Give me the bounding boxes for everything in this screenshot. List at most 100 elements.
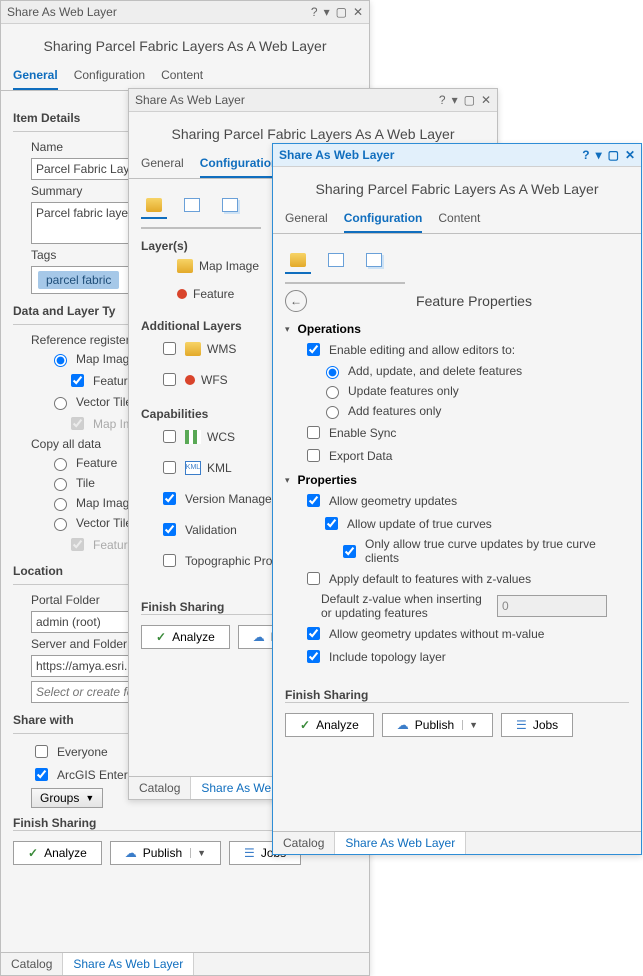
cloud-icon: ☁ (125, 846, 137, 860)
main-tabs: General Configuration Content (1, 62, 369, 91)
tab-configuration[interactable]: Configuration (344, 205, 423, 233)
check-icon: ✓ (28, 846, 38, 860)
page-subtitle: Sharing Parcel Fabric Layers As A Web La… (273, 167, 641, 205)
check-allow-true-curves[interactable] (325, 517, 338, 530)
check-everyone[interactable] (35, 745, 48, 758)
tags-label: Tags (31, 248, 56, 262)
check-wfs[interactable] (163, 373, 176, 386)
chevron-down-icon[interactable]: ▼ (462, 720, 478, 730)
check-enable-sync[interactable] (307, 426, 320, 439)
layer-type-icons (141, 189, 261, 229)
publish-button[interactable]: ☁Publish▼ (110, 841, 221, 865)
tab-content[interactable]: Content (161, 62, 203, 90)
kml-icon: KML (185, 461, 201, 475)
radio-copy-map-image[interactable] (54, 498, 67, 511)
analyze-button[interactable]: ✓Analyze (141, 625, 230, 649)
help-icon[interactable]: ? (311, 5, 318, 19)
jobs-button[interactable]: ☰Jobs (501, 713, 573, 737)
check-apply-default-z[interactable] (307, 572, 320, 585)
stack-icon[interactable] (217, 197, 243, 219)
radio-map-image[interactable] (54, 354, 67, 367)
check-arcgis[interactable] (35, 768, 48, 781)
tab-general[interactable]: General (13, 62, 58, 90)
folder-icon (177, 259, 193, 273)
sheet-icon[interactable] (323, 252, 349, 274)
properties-title: Feature Properties (319, 293, 629, 309)
page-subtitle: Sharing Parcel Fabric Layers As A Web La… (1, 24, 369, 62)
tab-configuration[interactable]: Configuration (200, 150, 279, 178)
titlebar[interactable]: Share As Web Layer ? ▾ ▢ ✕ (273, 144, 641, 167)
radio-vector-tile[interactable] (54, 397, 67, 410)
summary-label: Summary (31, 184, 82, 198)
check-validation[interactable] (163, 523, 176, 536)
check-kml[interactable] (163, 461, 176, 474)
operations-header: Operations (298, 322, 361, 336)
bottom-tab-catalog[interactable]: Catalog (129, 777, 191, 799)
menu-icon[interactable]: ▾ (452, 93, 458, 107)
radio-copy-tile[interactable] (54, 478, 67, 491)
layer-type-icons (285, 244, 405, 284)
reference-label: Reference registered (31, 333, 143, 347)
help-icon[interactable]: ? (439, 93, 446, 107)
analyze-button[interactable]: ✓Analyze (285, 713, 374, 737)
default-z-label: Default z-value when inserting or updati… (321, 592, 491, 620)
check-map-image-sub (71, 417, 84, 430)
check-only-true-curve[interactable] (343, 545, 356, 558)
publish-button[interactable]: ☁Publish▼ (382, 713, 493, 737)
check-wms[interactable] (163, 342, 176, 355)
caret-down-icon[interactable]: ▾ (285, 324, 290, 335)
restore-icon[interactable]: ▢ (608, 148, 619, 162)
check-copy-feature-sub (71, 538, 84, 551)
pin-icon (177, 289, 187, 299)
window-title: Share As Web Layer (135, 93, 245, 107)
stack-icon[interactable] (361, 252, 387, 274)
close-icon[interactable]: ✕ (625, 148, 635, 162)
restore-icon[interactable]: ▢ (336, 5, 347, 19)
check-feature[interactable] (71, 374, 84, 387)
help-icon[interactable]: ? (582, 148, 589, 162)
bottom-tab-share[interactable]: Share As Web Layer (63, 953, 194, 975)
share-pane-feature-properties: Share As Web Layer ? ▾ ▢ ✕ Sharing Parce… (272, 143, 642, 855)
radio-copy-vector-tile[interactable] (54, 518, 67, 531)
close-icon[interactable]: ✕ (481, 93, 491, 107)
titlebar[interactable]: Share As Web Layer ? ▾ ▢ ✕ (129, 89, 497, 112)
check-export-data[interactable] (307, 449, 320, 462)
bottom-tab-catalog[interactable]: Catalog (1, 953, 63, 975)
bottom-tab-catalog[interactable]: Catalog (273, 832, 335, 854)
check-topo[interactable] (163, 554, 176, 567)
check-include-topo[interactable] (307, 650, 320, 663)
tab-general[interactable]: General (141, 150, 184, 178)
sheet-icon[interactable] (179, 197, 205, 219)
chevron-down-icon[interactable]: ▼ (190, 848, 206, 858)
check-allow-geom[interactable] (307, 494, 320, 507)
tab-content[interactable]: Content (438, 205, 480, 233)
cloud-icon: ☁ (253, 630, 265, 644)
grid-icon (185, 430, 201, 444)
tag-chip[interactable]: parcel fabric (38, 271, 119, 289)
radio-add-only[interactable] (326, 406, 339, 419)
folder-icon[interactable] (141, 197, 167, 219)
radio-update-only[interactable] (326, 386, 339, 399)
window-title: Share As Web Layer (7, 5, 117, 19)
menu-icon[interactable]: ▾ (596, 148, 602, 162)
tab-configuration[interactable]: Configuration (74, 62, 145, 90)
back-button[interactable]: ← (285, 290, 307, 312)
titlebar[interactable]: Share As Web Layer ? ▾ ▢ ✕ (1, 1, 369, 24)
check-enable-editing[interactable] (307, 343, 320, 356)
list-icon: ☰ (244, 846, 255, 860)
groups-button[interactable]: Groups▼ (31, 788, 103, 808)
menu-icon[interactable]: ▾ (324, 5, 330, 19)
check-version-mgmt[interactable] (163, 492, 176, 505)
restore-icon[interactable]: ▢ (464, 93, 475, 107)
tab-general[interactable]: General (285, 205, 328, 233)
check-wcs[interactable] (163, 430, 176, 443)
bottom-tab-share[interactable]: Share As Web Layer (335, 832, 466, 854)
close-icon[interactable]: ✕ (353, 5, 363, 19)
analyze-button[interactable]: ✓Analyze (13, 841, 102, 865)
folder-icon[interactable] (285, 252, 311, 274)
portal-label: Portal Folder (31, 593, 100, 607)
radio-add-update-delete[interactable] (326, 366, 339, 379)
radio-copy-feature[interactable] (54, 458, 67, 471)
check-allow-geom-m[interactable] (307, 627, 320, 640)
caret-down-icon[interactable]: ▾ (285, 475, 290, 486)
